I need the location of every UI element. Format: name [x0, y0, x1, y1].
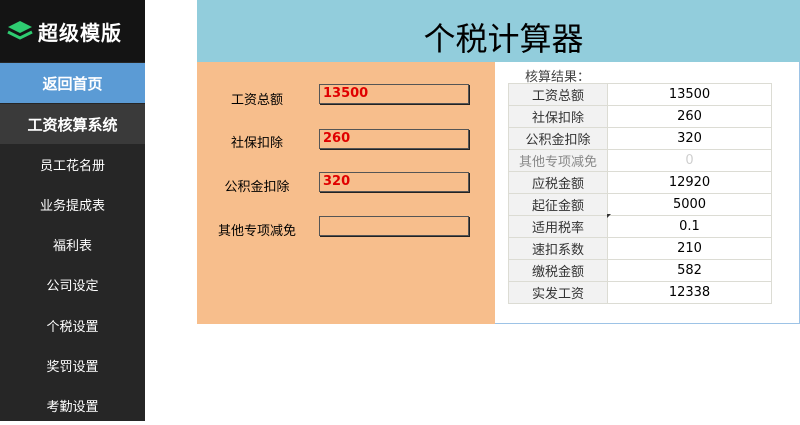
- results-panel: 核算结果： 工资总额 13500 社保扣除 260 公积金扣除 320 其他专项减免 0…: [495, 62, 800, 324]
- result-label: 起征金额: [508, 193, 608, 216]
- logo-text: 超级模版: [38, 20, 122, 45]
- result-label: 其他专项减免: [508, 149, 608, 172]
- social-security-label: 社保扣除: [230, 136, 283, 151]
- result-value: 260: [607, 105, 772, 128]
- result-value: 12920: [607, 171, 772, 194]
- social-security-input[interactable]: 260: [319, 129, 469, 149]
- result-value: 13500: [607, 83, 772, 106]
- result-value: 0: [607, 149, 772, 172]
- sidebar-item-company-settings[interactable]: 公司设定: [0, 264, 145, 304]
- sidebar: 超级模版 返回首页 工资核算系统 员工花名册 业务提成表 福利表 公司设定 个税…: [0, 0, 145, 421]
- result-value: 12338: [607, 281, 772, 304]
- sidebar-item-tax-settings[interactable]: 个税设置: [0, 305, 145, 345]
- result-value: 0.1: [607, 215, 772, 238]
- page-header: 个税计算器: [197, 0, 800, 62]
- page-title: 个税计算器: [423, 20, 584, 58]
- sidebar-item-employee-roster[interactable]: 员工花名册: [0, 144, 145, 184]
- results-table: 工资总额 13500 社保扣除 260 公积金扣除 320 其他专项减免 0 应税金额 1…: [508, 83, 772, 304]
- sidebar-section-salary-system[interactable]: 工资核算系统: [0, 104, 145, 144]
- housing-fund-label: 公积金扣除: [224, 180, 290, 195]
- result-label: 缴税金额: [508, 259, 608, 282]
- result-label: 公积金扣除: [508, 127, 608, 150]
- result-value: 582: [607, 259, 772, 282]
- result-value: 210: [607, 237, 772, 260]
- table-row: 实发工资 12338: [508, 281, 772, 304]
- sidebar-item-commission[interactable]: 业务提成表: [0, 184, 145, 224]
- sidebar-item-attendance[interactable]: 考勤设置: [0, 385, 145, 425]
- result-label: 工资总额: [508, 83, 608, 106]
- other-deduction-label: 其他专项减免: [217, 224, 296, 239]
- home-button[interactable]: 返回首页: [0, 63, 145, 103]
- salary-label: 工资总额: [230, 93, 283, 108]
- table-row: 工资总额 13500: [508, 83, 772, 106]
- sidebar-item-reward-penalty[interactable]: 奖罚设置: [0, 345, 145, 385]
- result-label: 社保扣除: [508, 105, 608, 128]
- other-deduction-input[interactable]: [319, 216, 469, 236]
- result-label: 实发工资: [508, 281, 608, 304]
- result-label: 速扣系数: [508, 237, 608, 260]
- cell-comment-marker: [607, 214, 611, 218]
- result-label: 适用税率: [508, 215, 608, 238]
- table-row: 起征金额 5000: [508, 193, 772, 216]
- table-row: 其他专项减免 0: [508, 149, 772, 172]
- result-label: 应税金额: [508, 171, 608, 194]
- table-row: 应税金额 12920: [508, 171, 772, 194]
- table-row: 适用税率 0.1: [508, 215, 772, 238]
- table-row: 缴税金额 582: [508, 259, 772, 282]
- result-value: 320: [607, 127, 772, 150]
- logo[interactable]: 超级模版: [0, 0, 145, 62]
- stacked-layers-icon: [7, 21, 33, 40]
- table-row: 速扣系数 210: [508, 237, 772, 260]
- salary-input[interactable]: 13500: [319, 84, 469, 104]
- table-row: 社保扣除 260: [508, 105, 772, 128]
- housing-fund-input[interactable]: 320: [319, 172, 469, 192]
- table-row: 公积金扣除 320: [508, 127, 772, 150]
- sidebar-item-benefits[interactable]: 福利表: [0, 224, 145, 264]
- result-value: 5000: [607, 193, 772, 216]
- input-form: 工资总额 13500 社保扣除 260 公积金扣除 320 其他专项减免: [197, 62, 495, 324]
